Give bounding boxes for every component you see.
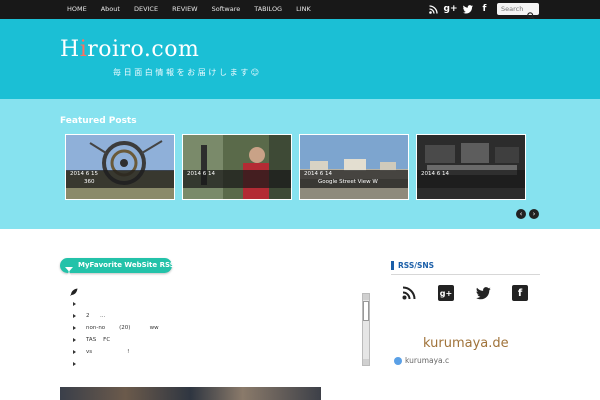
nav-review[interactable]: REVIEW bbox=[165, 0, 205, 19]
post-photo[interactable] bbox=[60, 387, 321, 400]
site-tagline: 毎日面白情報をお届けします☺ bbox=[113, 68, 262, 77]
search-box bbox=[497, 3, 539, 21]
slide-thumbnail-woman bbox=[183, 135, 291, 199]
slide-date: 2014 6 14 bbox=[421, 171, 449, 177]
nav-about[interactable]: About bbox=[94, 0, 127, 19]
google-plus-icon[interactable]: g+ bbox=[444, 3, 458, 16]
slide-title: 360 bbox=[84, 179, 95, 185]
search-icon[interactable] bbox=[527, 5, 536, 21]
title-accent-bar bbox=[391, 261, 394, 270]
kurumaya-banner[interactable]: kurumaya.de kurumaya.c bbox=[391, 336, 541, 370]
featured-posts: Featured Posts 2014 6 15 360 2014 6 14 2… bbox=[0, 99, 600, 229]
bullet-icon bbox=[73, 362, 76, 366]
slide-thumbnail-room bbox=[417, 135, 525, 199]
google-plus-icon[interactable]: g+ bbox=[438, 285, 454, 301]
slide-caption: 2014 6 15 360 bbox=[66, 170, 174, 188]
feed-scrollbar[interactable] bbox=[362, 293, 370, 366]
globe-icon bbox=[394, 357, 402, 365]
scroll-up-button[interactable] bbox=[363, 294, 369, 300]
list-item-text: non-no (20) ww bbox=[86, 325, 159, 331]
rss-icon[interactable] bbox=[401, 285, 417, 301]
rss-widget-title: MyFavorite WebSite RSS bbox=[78, 261, 175, 269]
slide-thumbnail-360 bbox=[66, 135, 174, 199]
rss-icon[interactable] bbox=[427, 3, 440, 16]
featured-slide-3[interactable]: 2014 6 14 Google Street View W bbox=[299, 134, 409, 200]
sidebar-widget-title: RSS/SNS bbox=[391, 260, 540, 275]
top-navigation-bar: HOME About DEVICE REVIEW Software TABILO… bbox=[0, 0, 600, 21]
bullet-icon bbox=[73, 314, 76, 318]
cocktail-icon bbox=[65, 261, 73, 276]
slide-caption: 2014 6 14 bbox=[417, 170, 525, 188]
main-nav: HOME About DEVICE REVIEW Software TABILO… bbox=[60, 0, 318, 19]
featured-slide-2[interactable]: 2014 6 14 bbox=[182, 134, 292, 200]
nav-tabilog[interactable]: TABILOG bbox=[247, 0, 289, 19]
twitter-icon[interactable] bbox=[461, 3, 474, 16]
social-links: g+ f bbox=[427, 3, 495, 16]
list-item-text: vs ! bbox=[86, 349, 130, 355]
slide-thumbnail-street-view bbox=[300, 135, 408, 199]
site-logo[interactable]: Hiroiro.com bbox=[60, 37, 199, 63]
banner-title: kurumaya.de bbox=[423, 336, 509, 351]
site-header: Hiroiro.com 毎日面白情報をお届けします☺ bbox=[0, 19, 600, 99]
logo-text-start: H bbox=[60, 37, 80, 62]
slider-next-button[interactable]: › bbox=[529, 209, 539, 219]
bullet-icon bbox=[73, 326, 76, 330]
featured-title: Featured Posts bbox=[60, 116, 137, 126]
leaf-icon bbox=[70, 281, 78, 296]
nav-device[interactable]: DEVICE bbox=[127, 0, 165, 19]
nav-home[interactable]: HOME bbox=[60, 0, 94, 19]
banner-url: kurumaya.c bbox=[405, 356, 450, 365]
scroll-down-button[interactable] bbox=[363, 359, 369, 365]
twitter-icon[interactable] bbox=[475, 285, 491, 301]
bullet-icon bbox=[73, 350, 76, 354]
list-item-text: 2 ... bbox=[86, 313, 106, 319]
facebook-icon[interactable]: f bbox=[478, 3, 491, 16]
slide-caption: 2014 6 14 Google Street View W bbox=[300, 170, 408, 188]
slider-prev-button[interactable]: ‹ bbox=[516, 209, 526, 219]
bullet-icon bbox=[73, 302, 76, 306]
list-item-text: TAS FC bbox=[86, 337, 111, 343]
bullet-icon bbox=[73, 338, 76, 342]
logo-text-end: roiro.com bbox=[87, 37, 200, 62]
featured-slide-1[interactable]: 2014 6 15 360 bbox=[65, 134, 175, 200]
nav-link[interactable]: LINK bbox=[289, 0, 318, 19]
slide-date: 2014 6 15 bbox=[70, 171, 98, 177]
featured-slide-4[interactable]: 2014 6 14 bbox=[416, 134, 526, 200]
scroll-thumb[interactable] bbox=[363, 301, 369, 321]
facebook-icon[interactable]: f bbox=[512, 285, 528, 301]
nav-software[interactable]: Software bbox=[205, 0, 248, 19]
slide-caption: 2014 6 14 bbox=[183, 170, 291, 188]
slide-date: 2014 6 14 bbox=[304, 171, 332, 177]
sidebar-title-label: RSS/SNS bbox=[398, 261, 435, 270]
search-input[interactable] bbox=[497, 3, 529, 15]
slide-date: 2014 6 14 bbox=[187, 171, 215, 177]
slide-title: Google Street View W bbox=[318, 179, 378, 185]
rss-widget-tab[interactable]: MyFavorite WebSite RSS bbox=[60, 258, 175, 276]
